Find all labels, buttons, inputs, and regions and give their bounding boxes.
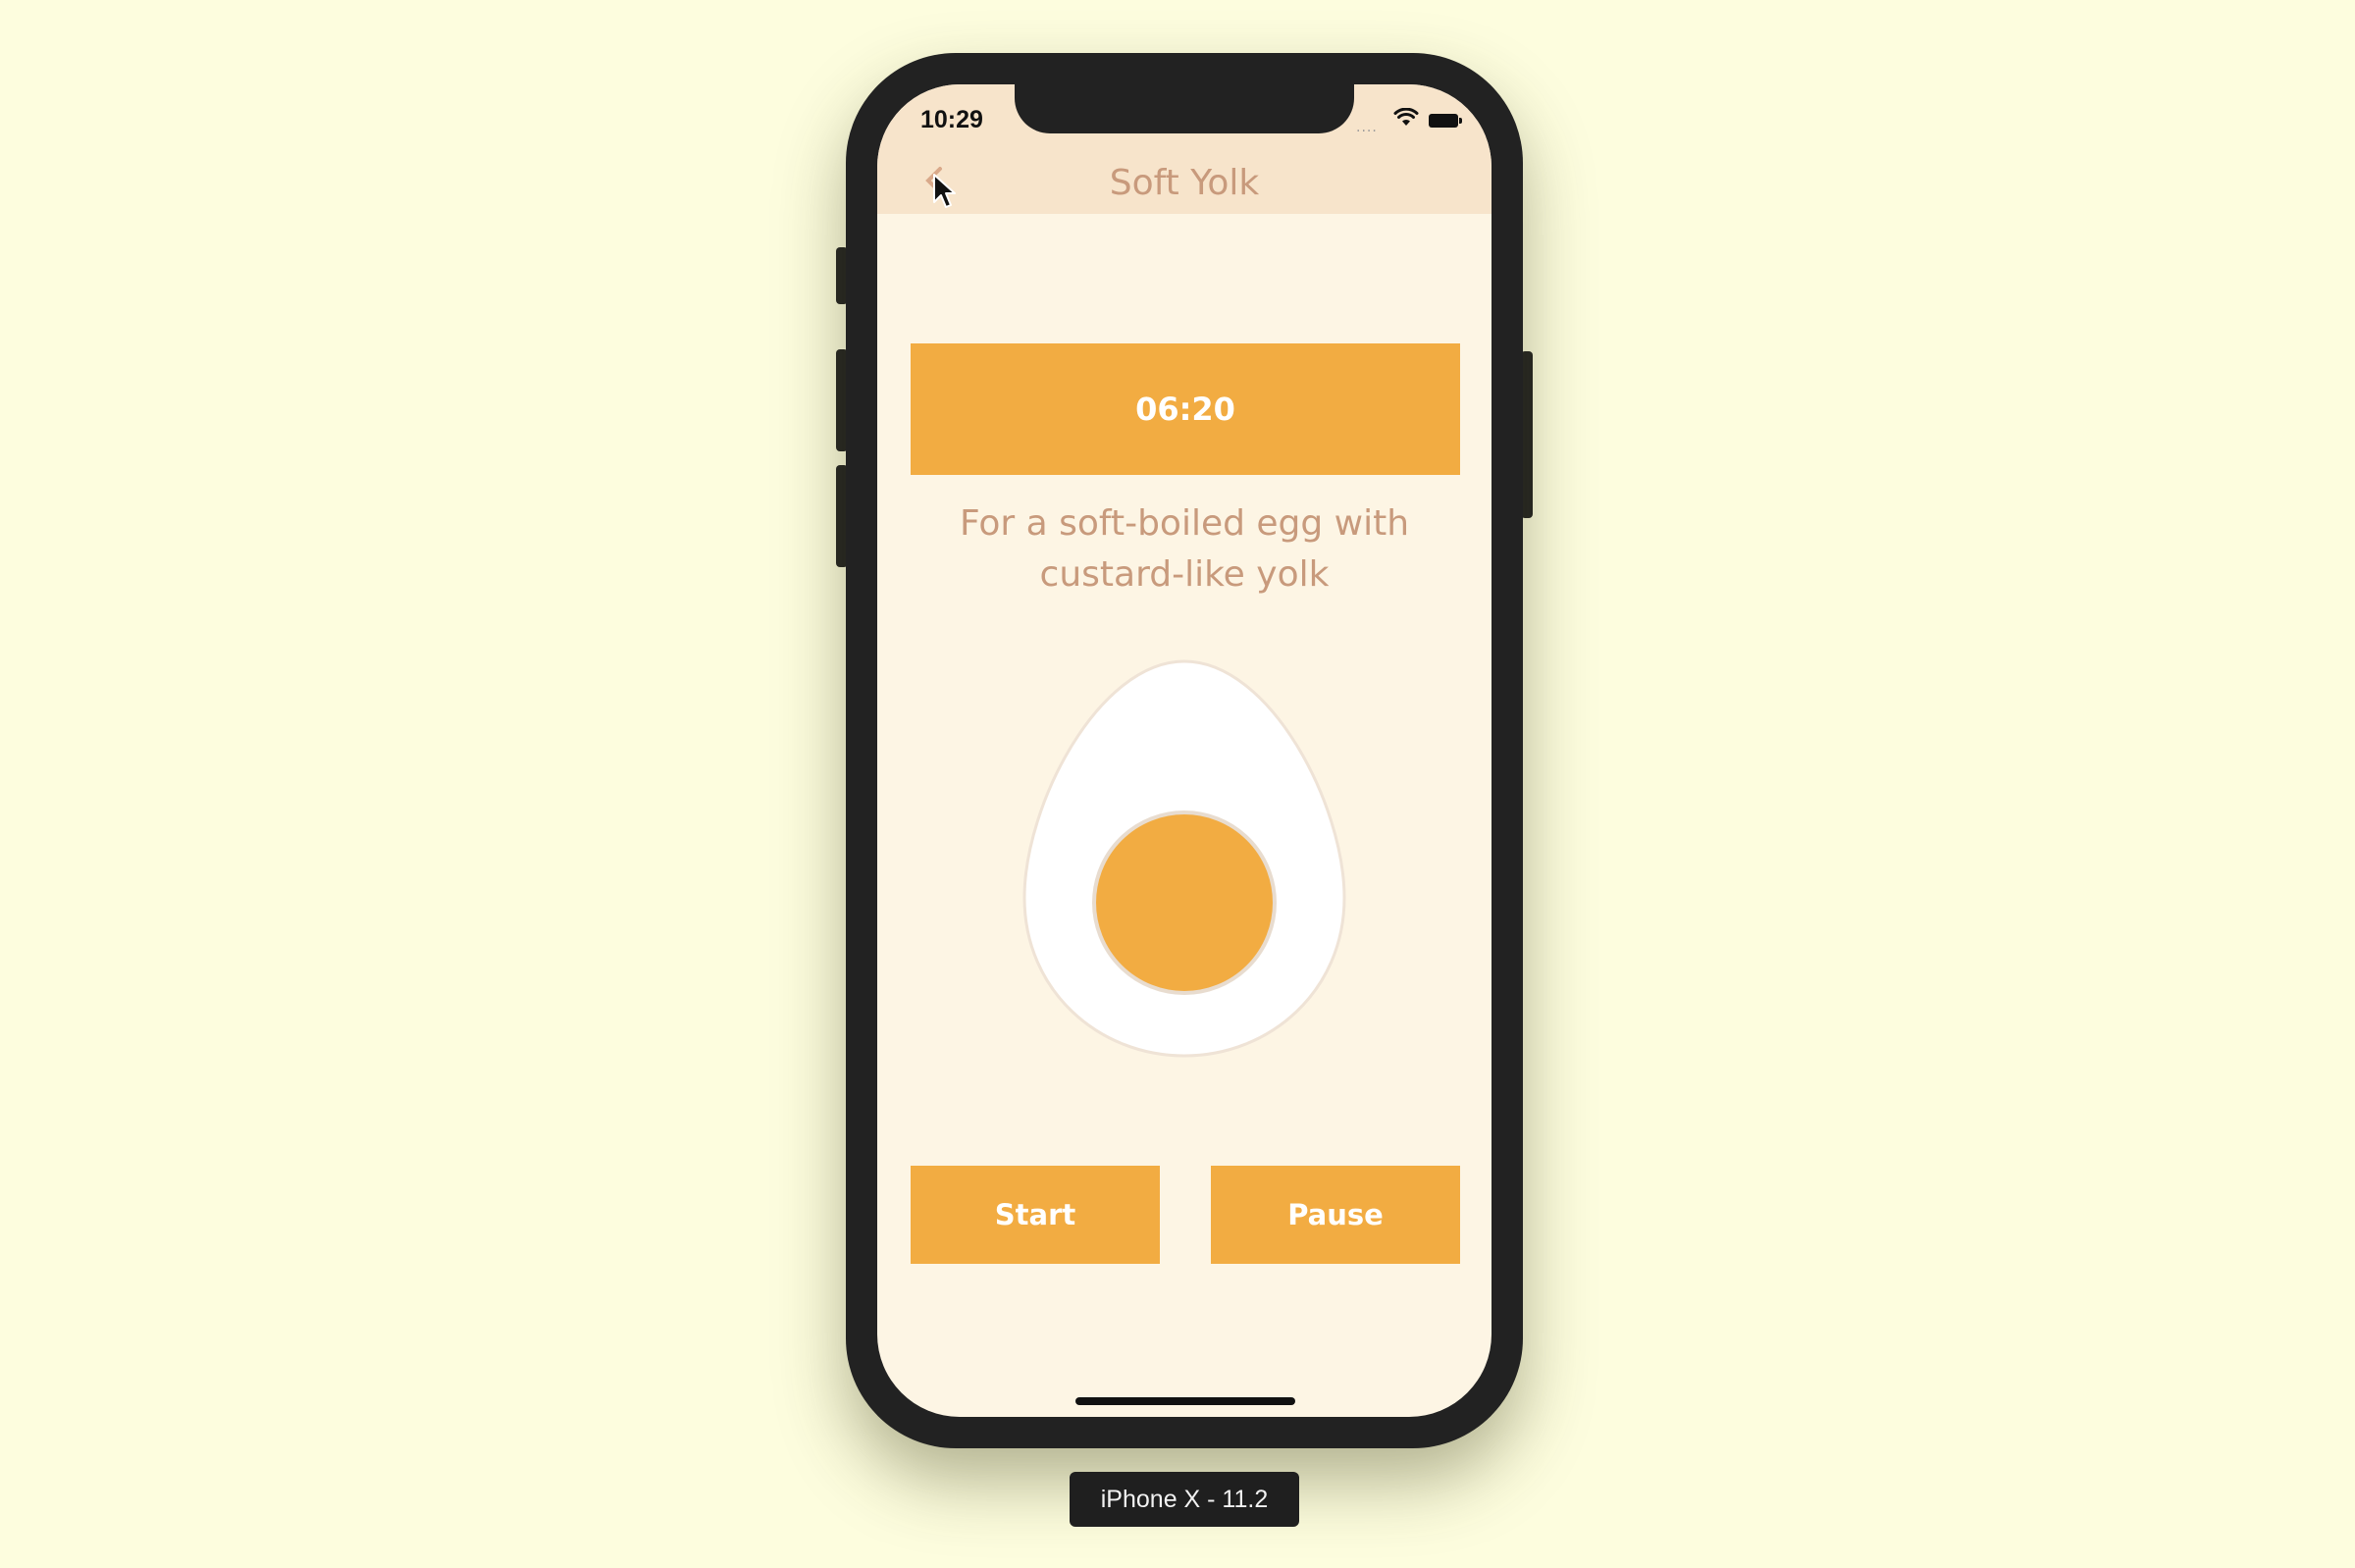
- app-screen: 10:29 ···· Soft Yolk 06:20 For a soft-bo…: [877, 84, 1492, 1417]
- battery-icon: [1429, 114, 1462, 128]
- device-notch: [1015, 84, 1354, 133]
- home-indicator[interactable]: [1075, 1397, 1295, 1405]
- egg-description: For a soft-boiled egg with custard-like …: [877, 498, 1492, 601]
- start-button[interactable]: Start: [911, 1166, 1160, 1264]
- pause-button[interactable]: Pause: [1211, 1166, 1460, 1264]
- wifi-icon: [1393, 108, 1419, 126]
- iphone-device-frame: 10:29 ···· Soft Yolk 06:20 For a soft-bo…: [846, 53, 1523, 1448]
- status-time: 10:29: [920, 106, 983, 133]
- description-line-1: For a soft-boiled egg with: [959, 503, 1410, 544]
- simulator-device-label: iPhone X - 11.2: [1070, 1472, 1299, 1527]
- egg-yolk: [1092, 810, 1277, 995]
- egg-illustration: [1022, 659, 1346, 1058]
- mouse-pointer-icon: [933, 174, 956, 208]
- page-title: Soft Yolk: [1109, 163, 1260, 203]
- description-line-2: custard-like yolk: [1039, 554, 1330, 595]
- signal-icon: ····: [1356, 124, 1378, 139]
- navigation-bar: 10:29 ···· Soft Yolk: [877, 84, 1492, 214]
- timer-display: 06:20: [911, 343, 1460, 475]
